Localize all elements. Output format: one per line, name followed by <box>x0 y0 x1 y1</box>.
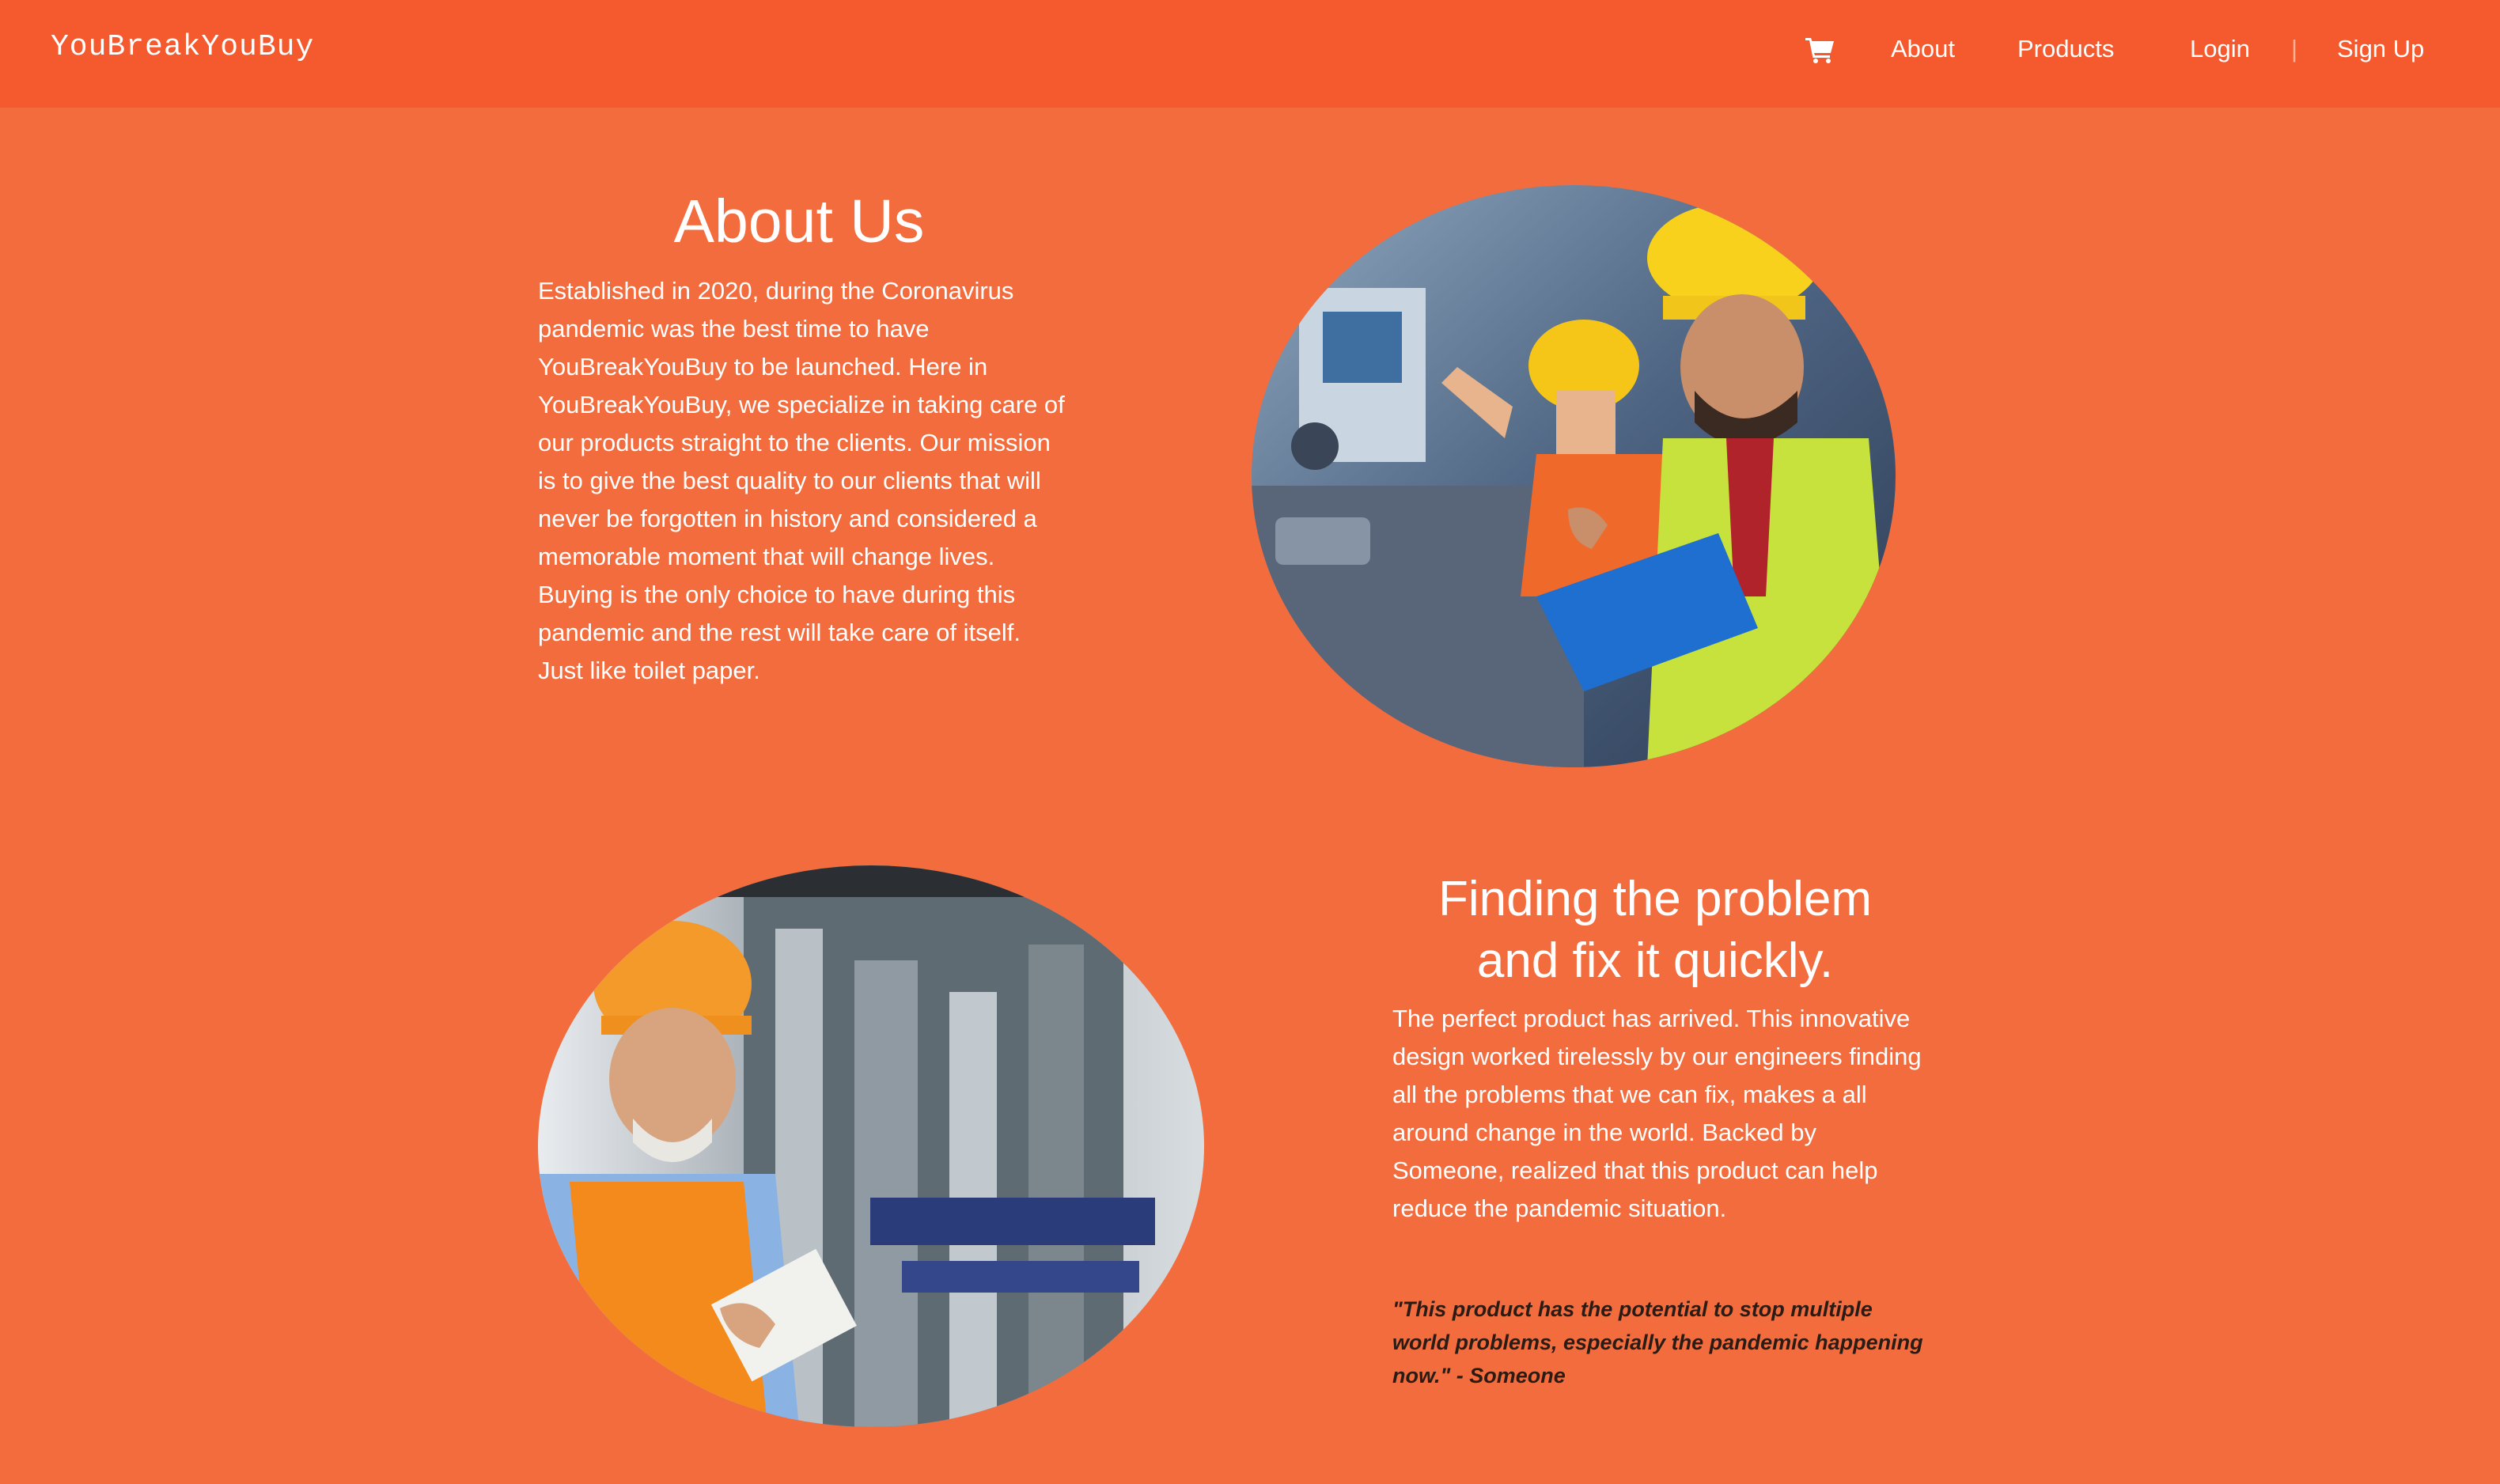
shopping-cart-icon[interactable] <box>1805 36 1835 63</box>
about-title: About Us <box>673 187 925 256</box>
nav-link-about[interactable]: About <box>1891 35 1955 63</box>
top-navbar: YouBreakYouBuy About Products Login | Si… <box>0 0 2500 108</box>
factory-workers-photo <box>1252 185 1896 767</box>
about-text: Established in 2020, during the Coronavi… <box>538 277 1065 684</box>
testimonial-quote: "This product has the potential to stop … <box>1392 1297 1923 1387</box>
problem-text: The perfect product has arrived. This in… <box>1392 1005 1922 1222</box>
nav-link-signup[interactable]: Sign Up <box>2337 35 2424 63</box>
problem-title: Finding the problem and fix it quickly. <box>1389 869 1921 992</box>
nav-link-login[interactable]: Login <box>2190 35 2250 63</box>
brand-logo[interactable]: YouBreakYouBuy <box>51 30 314 64</box>
problem-title-line1: Finding the problem <box>1438 872 1872 926</box>
engineer-inspection-photo <box>538 865 1204 1427</box>
nav-separator: | <box>2291 35 2298 62</box>
nav-link-products[interactable]: Products <box>2017 35 2114 63</box>
problem-title-line2: and fix it quickly. <box>1476 933 1834 988</box>
